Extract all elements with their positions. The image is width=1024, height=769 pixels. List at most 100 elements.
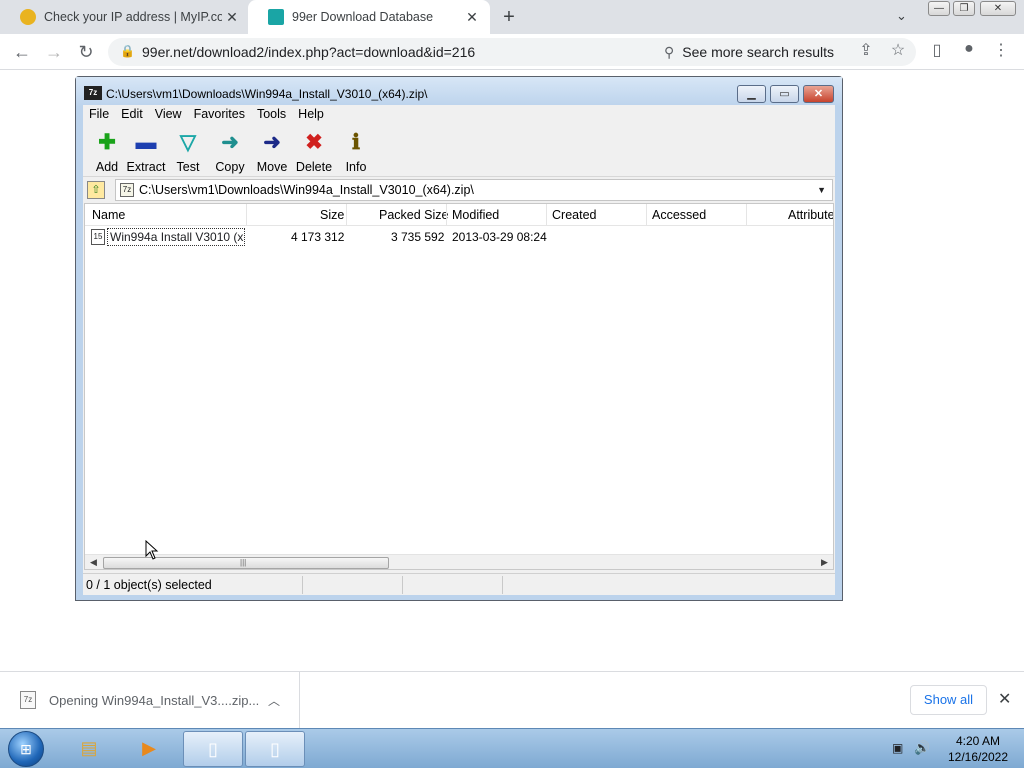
sevenzip-window: 7z C:\Users\vm1\Downloads\Win994a_Instal…	[75, 76, 843, 601]
path-text[interactable]: C:\Users\vm1\Downloads\Win994a_Install_V…	[139, 183, 474, 197]
move-icon: ➜	[263, 131, 281, 154]
sevenzip-toolbar: ✚ Add ▬ Extract ▽ Test ➜ Copy ➜ Move ✖ Delete …	[83, 126, 835, 177]
reload-icon[interactable]: ↻	[74, 40, 98, 64]
column-modified[interactable]: Modified	[452, 208, 499, 222]
tab-title: Check your IP address | MyIP.com	[44, 10, 222, 24]
extract-icon: ▬	[135, 131, 157, 154]
column-size[interactable]: Size	[320, 208, 344, 222]
restore-window-button[interactable]: ❐	[953, 1, 975, 16]
status-divider	[402, 576, 403, 594]
menu-favorites[interactable]: Favorites	[188, 105, 251, 125]
search-more-results-chip[interactable]: ⚲ See more search results	[664, 38, 834, 66]
download-status-text: Opening Win994a_Install_V3....zip...	[49, 693, 260, 708]
clock[interactable]: 4:20 AM 12/16/2022	[938, 733, 1018, 765]
column-divider[interactable]	[646, 204, 647, 226]
sevenzip-taskbar-button[interactable]: ▯	[245, 731, 305, 767]
column-packed-size[interactable]: Packed Size	[379, 208, 448, 222]
move-button[interactable]: ➜ Move	[248, 131, 296, 175]
column-name[interactable]: Name	[92, 208, 125, 222]
file-size-cell: 4 173 312	[291, 230, 345, 244]
sevenzip-maximize-button[interactable]: ▭	[770, 85, 799, 103]
media-player-taskbar-icon[interactable]: ▶	[120, 731, 178, 767]
clock-date: 12/16/2022	[947, 750, 1009, 764]
extract-button[interactable]: ▬ Extract	[122, 131, 170, 175]
new-tab-button[interactable]: +	[498, 6, 520, 29]
folder-up-icon[interactable]: ⇧	[87, 181, 105, 199]
copy-button[interactable]: ➜ Copy	[206, 132, 254, 175]
volume-icon[interactable]: 🔊	[914, 740, 930, 756]
menu-edit[interactable]: Edit	[115, 105, 149, 125]
lock-icon: 🔒	[120, 44, 135, 58]
column-divider[interactable]	[746, 204, 747, 226]
scroll-right-arrow-icon[interactable]: ▶	[821, 557, 828, 568]
sevenzip-address-bar: ⇧ 7z C:\Users\vm1\Downloads\Win994a_Inst…	[83, 178, 835, 202]
sevenzip-titlebar[interactable]: 7z C:\Users\vm1\Downloads\Win994a_Instal…	[76, 77, 842, 107]
delete-icon: ✖	[305, 131, 323, 154]
show-all-downloads-button[interactable]: Show all	[910, 685, 987, 715]
back-arrow-icon[interactable]: ←	[10, 40, 34, 64]
taskbar: ⊞ ▤ ▶ ▯ ▯ ▣ 🔊 4:20 AM 12/16/2022	[0, 728, 1024, 768]
browser-toolbar: ← → ↻ 🔒 99er.net/download2/index.php?act…	[0, 34, 1024, 70]
windows-start-icon[interactable]: ⊞	[8, 731, 44, 767]
network-icon[interactable]: ▣	[892, 741, 903, 755]
column-accessed[interactable]: Accessed	[652, 208, 706, 222]
99er-favicon-icon	[268, 9, 284, 25]
sevenzip-close-button[interactable]: ✕	[803, 85, 834, 103]
system-tray: ▣ 🔊 4:20 AM 12/16/2022	[886, 729, 1024, 769]
menu-file[interactable]: File	[83, 105, 115, 125]
status-text: 0 / 1 object(s) selected	[86, 578, 212, 592]
explorer-taskbar-icon[interactable]: ▤	[60, 731, 118, 767]
column-divider[interactable]	[446, 204, 447, 226]
browser-taskbar-button[interactable]: ▯	[183, 731, 243, 767]
url-text[interactable]: 99er.net/download2/index.php?act=downloa…	[142, 44, 475, 60]
close-tab-icon[interactable]: ✕	[462, 9, 482, 26]
file-list: Name Size Packed Size Modified Created A…	[84, 203, 834, 570]
path-dropdown-arrow-icon[interactable]: ▼	[817, 185, 826, 195]
menu-kebab-icon[interactable]: ⋮	[990, 40, 1012, 60]
sevenzip-minimize-button[interactable]: ▁	[737, 85, 766, 103]
scrollbar-grip-icon: |||	[240, 558, 247, 567]
path-combobox[interactable]: 7z C:\Users\vm1\Downloads\Win994a_Instal…	[115, 179, 833, 201]
side-panel-icon[interactable]: ▯	[926, 40, 948, 60]
file-modified-cell: 2013-03-29 08:24	[452, 230, 547, 244]
menu-tools[interactable]: Tools	[251, 105, 292, 125]
sevenzip-client-area: File Edit View Favorites Tools Help ✚ Add…	[83, 105, 835, 595]
minimize-window-button[interactable]: —	[928, 1, 950, 16]
search-icon: ⚲	[664, 43, 675, 60]
download-shelf: 7z Opening Win994a_Install_V3....zip... …	[0, 671, 1024, 729]
test-button[interactable]: ▽ Test	[164, 132, 212, 175]
column-created[interactable]: Created	[552, 208, 596, 222]
mouse-pointer-icon	[145, 540, 159, 560]
column-divider[interactable]	[546, 204, 547, 226]
download-item[interactable]: 7z Opening Win994a_Install_V3....zip... …	[0, 672, 300, 729]
chevron-up-icon[interactable]: ︿	[268, 692, 280, 709]
menu-view[interactable]: View	[149, 105, 188, 125]
column-divider[interactable]	[246, 204, 247, 226]
tab-99er[interactable]: 99er Download Database ✕	[248, 0, 490, 34]
scroll-left-arrow-icon[interactable]: ◀	[90, 557, 97, 568]
status-bar: 0 / 1 object(s) selected	[83, 573, 835, 595]
close-tab-icon[interactable]: ✕	[222, 9, 242, 26]
tab-myip[interactable]: Check your IP address | MyIP.com ✕	[0, 0, 250, 34]
table-row[interactable]: 15 Win994a Install V3010 (x... 4 173 312…	[85, 227, 833, 247]
menu-help[interactable]: Help	[292, 105, 330, 125]
file-name-cell[interactable]: Win994a Install V3010 (x...	[107, 228, 245, 246]
forward-arrow-icon[interactable]: →	[42, 40, 66, 64]
info-button[interactable]: ℹ Info	[332, 132, 380, 175]
browser-tab-strip: Check your IP address | MyIP.com ✕ 99er …	[0, 0, 1024, 34]
tab-search-chevron-icon[interactable]: ⌄	[896, 8, 907, 24]
bookmark-star-icon[interactable]: ☆	[887, 40, 909, 60]
clock-time: 4:20 AM	[955, 734, 1001, 748]
share-icon[interactable]: ⇪	[855, 40, 877, 60]
close-download-shelf-icon[interactable]: ✕	[998, 689, 1011, 709]
sevenzip-window-title: C:\Users\vm1\Downloads\Win994a_Install_V…	[106, 87, 428, 101]
address-bar[interactable]: 🔒 99er.net/download2/index.php?act=downl…	[108, 38, 916, 66]
delete-button[interactable]: ✖ Delete	[290, 131, 338, 175]
close-window-button[interactable]: ✕	[980, 1, 1016, 16]
column-attributes[interactable]: Attribute	[788, 208, 833, 222]
horizontal-scrollbar[interactable]: ◀ ||| ▶	[85, 554, 833, 569]
profile-avatar-icon[interactable]: ●	[958, 40, 980, 58]
sevenzip-menu-bar: File Edit View Favorites Tools Help	[83, 105, 835, 125]
archive-file-icon: 15	[91, 229, 105, 245]
column-divider[interactable]	[346, 204, 347, 226]
